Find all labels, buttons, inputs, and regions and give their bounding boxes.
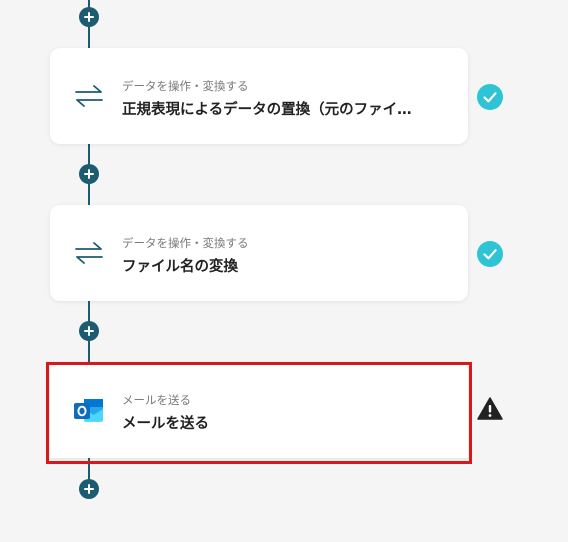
flow-step-card[interactable]: データを操作・変換する 正規表現によるデータの置換（元のファイ… (50, 48, 468, 144)
warning-icon (477, 397, 503, 420)
add-step-button[interactable] (79, 321, 99, 341)
check-circle-icon (477, 84, 503, 110)
flow-step-card[interactable]: メールを送る メールを送る (50, 362, 468, 458)
check-circle-icon (477, 241, 503, 267)
plus-icon (84, 169, 94, 179)
plus-icon (84, 326, 94, 336)
add-step-button[interactable] (79, 164, 99, 184)
step-category: データを操作・変換する (122, 79, 249, 93)
plus-icon (84, 484, 94, 494)
step-category: メールを送る (122, 393, 191, 407)
step-category: データを操作・変換する (122, 236, 249, 250)
add-step-button[interactable] (79, 479, 99, 499)
step-title: ファイル名の変換 (122, 259, 238, 275)
swap-arrows-icon (75, 85, 103, 107)
flow-step-card[interactable]: データを操作・変換する ファイル名の変換 (50, 205, 468, 301)
outlook-icon (74, 399, 103, 422)
step-title: メールを送る (122, 416, 209, 432)
swap-arrows-icon (75, 242, 103, 264)
plus-icon (84, 12, 94, 22)
step-title: 正規表現によるデータの置換（元のファイ… (122, 102, 412, 118)
add-step-button[interactable] (79, 7, 99, 27)
